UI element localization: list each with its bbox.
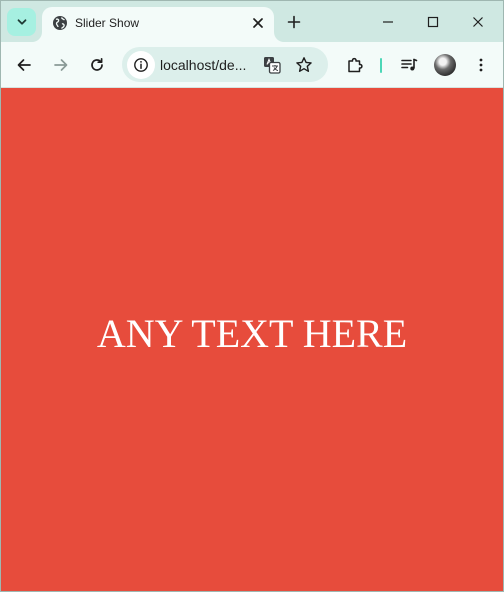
queue-music-icon bbox=[400, 56, 418, 74]
browser-toolbar: localhost/de... bbox=[1, 42, 503, 88]
reload-icon bbox=[89, 57, 105, 73]
url-text[interactable]: localhost/de... bbox=[160, 57, 246, 73]
extensions-button[interactable] bbox=[343, 53, 367, 77]
tab-strip: Slider Show bbox=[1, 1, 503, 42]
bookmark-button[interactable] bbox=[294, 55, 314, 75]
tab-slider-show[interactable]: Slider Show bbox=[42, 7, 274, 42]
arrow-left-icon bbox=[16, 57, 32, 73]
site-info-button[interactable] bbox=[127, 51, 155, 79]
puzzle-icon bbox=[346, 56, 364, 74]
media-controls-button[interactable] bbox=[397, 53, 421, 77]
maximize-button[interactable] bbox=[413, 7, 453, 37]
forward-button[interactable] bbox=[49, 53, 73, 77]
back-button[interactable] bbox=[12, 53, 36, 77]
plus-icon bbox=[287, 15, 301, 29]
browser-menu-button[interactable] bbox=[469, 53, 493, 77]
reload-button[interactable] bbox=[85, 53, 109, 77]
globe-icon bbox=[52, 15, 68, 31]
close-icon bbox=[472, 16, 484, 28]
toolbar-divider bbox=[380, 58, 382, 73]
minimize-button[interactable] bbox=[368, 7, 408, 37]
translate-button[interactable] bbox=[262, 55, 282, 75]
translate-icon bbox=[263, 56, 281, 74]
address-bar[interactable]: localhost/de... bbox=[122, 47, 328, 82]
window-close-button[interactable] bbox=[458, 7, 498, 37]
page-viewport: ANY TEXT HERE bbox=[1, 88, 503, 591]
close-icon[interactable] bbox=[249, 14, 267, 32]
profile-avatar[interactable] bbox=[434, 54, 456, 76]
tab-title: Slider Show bbox=[75, 16, 140, 30]
browser-window: Slider Show localhost/de... ANY TEXT HER… bbox=[0, 0, 504, 592]
star-icon bbox=[295, 56, 313, 74]
minimize-icon bbox=[382, 16, 394, 28]
chevron-down-icon bbox=[16, 16, 28, 28]
info-icon bbox=[133, 57, 149, 73]
new-tab-button[interactable] bbox=[284, 12, 304, 32]
more-vertical-icon bbox=[473, 57, 489, 73]
maximize-icon bbox=[427, 16, 439, 28]
arrow-right-icon bbox=[53, 57, 69, 73]
slide-text: ANY TEXT HERE bbox=[96, 311, 408, 356]
